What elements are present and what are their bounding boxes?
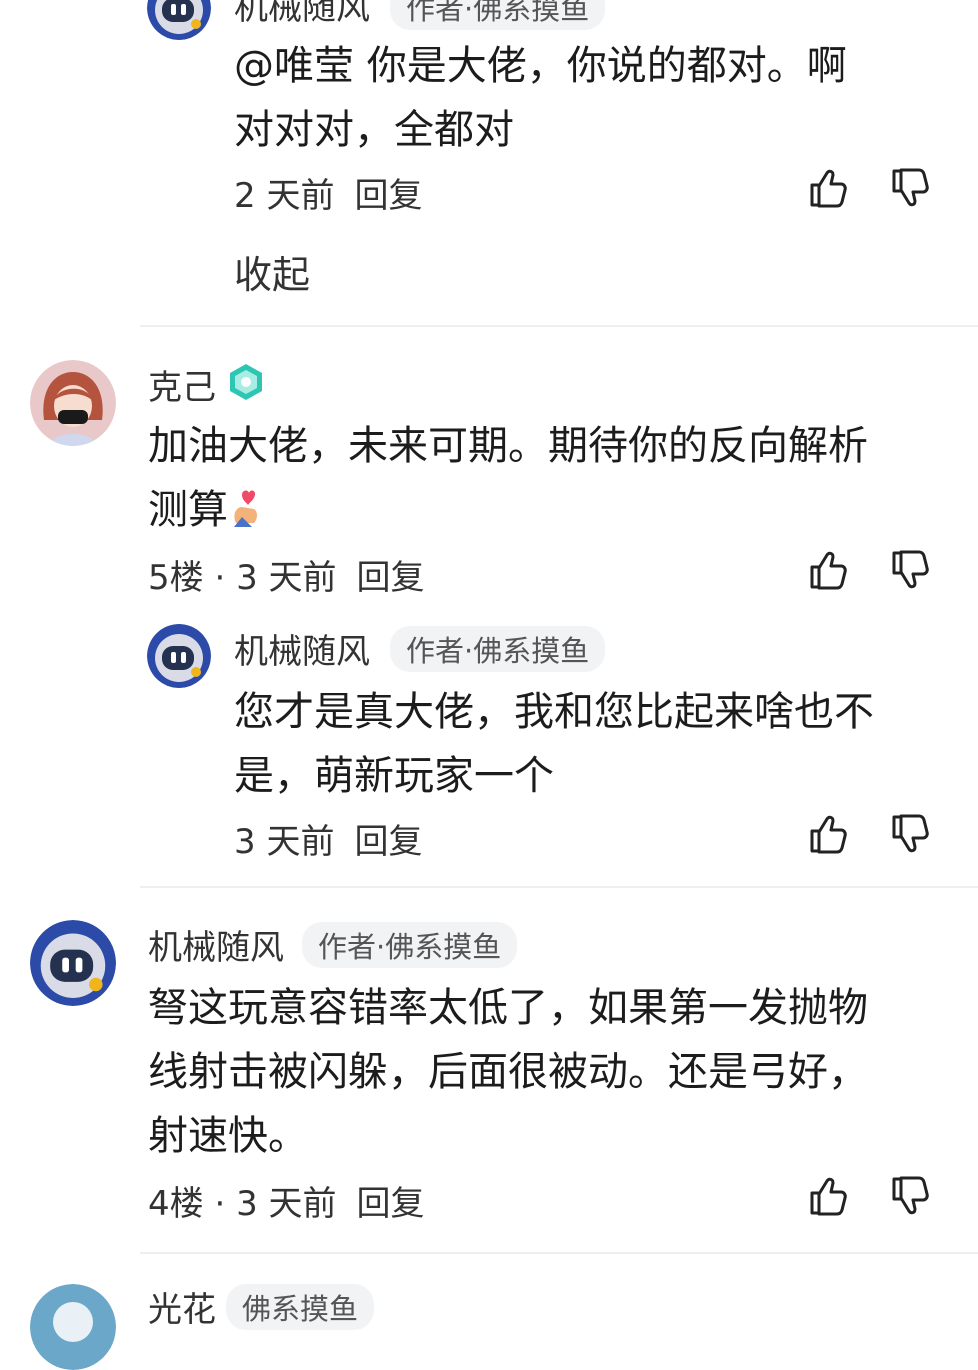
comment-meta: 5楼 · 3 天前 回复 [148,550,425,599]
thumbs-down-icon[interactable] [888,166,932,210]
comment-text-line: 弩这玩意容错率太低了，如果第一发抛物 [148,985,868,1031]
thumbs-down-icon[interactable] [888,1174,932,1218]
reply-button[interactable]: 回复 [354,176,422,216]
comment-author-name[interactable]: 机械随风 [148,920,284,969]
reply-button[interactable]: 回复 [357,1184,425,1224]
robot-avatar-icon [147,624,211,688]
member-badge: 佛系摸鱼 [226,1284,375,1330]
reply-text-line: 对对对，全都对 [234,107,514,153]
reply-text: 您才是真大佬，我和您比起来啥也不 是，萌新玩家一个 [234,680,954,808]
thumbs-up-icon[interactable] [806,1174,850,1218]
thumbs-up-icon[interactable] [806,548,850,592]
level-badge-icon [230,364,262,400]
author-badge: 作者·佛系摸鱼 [390,626,606,672]
timestamp: 3 天前 [236,1184,337,1224]
comment-text-fragment: 测算 [148,487,228,533]
reply-text-line: @唯莹 你是大佬，你说的都对。啊 [234,43,847,89]
reply-text-line: 是，萌新玩家一个 [234,753,554,799]
thumbs-up-icon[interactable] [806,166,850,210]
divider [140,886,978,888]
thumbs-down-icon[interactable] [888,812,932,856]
avatar[interactable] [30,360,116,446]
divider [140,1252,978,1254]
finger-heart-emoji-icon [234,490,257,527]
avatar[interactable] [147,0,211,40]
comment-text-line: 线射击被闪躲，后面很被动。还是弓好， [148,1049,868,1095]
reply-text: @唯莹 你是大佬，你说的都对。啊 对对对，全都对 [234,34,934,162]
reply-button[interactable]: 回复 [357,558,425,598]
floor-number: 4楼 [148,1184,204,1224]
comment-meta: 4楼 · 3 天前 回复 [148,1176,425,1225]
robot-avatar-icon [147,0,211,40]
comment-text-line: 加油大佬，未来可期。期待你的反向解析 [148,423,868,469]
anime-girl-avatar-icon [30,360,116,446]
thumbs-down-icon[interactable] [888,548,932,592]
divider [140,325,978,327]
avatar[interactable] [30,920,116,1006]
timestamp: 3 天前 [236,558,337,598]
comment-text-line: 测算 [148,478,948,542]
reply-button[interactable]: 回复 [354,822,422,862]
timestamp: 2 天前 [234,176,335,216]
comment-author-name[interactable]: 克己 [148,360,216,409]
meta-separator: · [203,558,237,598]
thumbs-up-icon[interactable] [806,812,850,856]
comment-text: 弩这玩意容错率太低了，如果第一发抛物 线射击被闪躲，后面很被动。还是弓好， 射速… [148,976,948,1168]
collapse-button[interactable]: 收起 [234,244,310,299]
timestamp: 3 天前 [234,822,335,862]
comment-text: 加油大佬，未来可期。期待你的反向解析 测算 [148,414,948,542]
meta-separator: · [203,1184,237,1224]
avatar[interactable] [30,1284,116,1370]
reply-meta: 3 天前 回复 [234,814,422,863]
reply-author-name[interactable]: 机械随风 [234,624,370,673]
reply-meta: 2 天前 回复 [234,168,422,217]
author-badge: 作者·佛系摸鱼 [390,0,606,30]
avatar[interactable] [147,624,211,688]
robot-avatar-icon [30,920,116,1006]
user-avatar-icon [30,1284,116,1370]
comment-text-line: 射速快。 [148,1113,308,1159]
reply-text-line: 您才是真大佬，我和您比起来啥也不 [234,689,874,735]
comment-author-name[interactable]: 光花 [148,1282,216,1331]
reply-author-name[interactable]: 机械随风 [234,0,370,29]
author-badge: 作者·佛系摸鱼 [302,922,518,968]
floor-number: 5楼 [148,558,204,598]
